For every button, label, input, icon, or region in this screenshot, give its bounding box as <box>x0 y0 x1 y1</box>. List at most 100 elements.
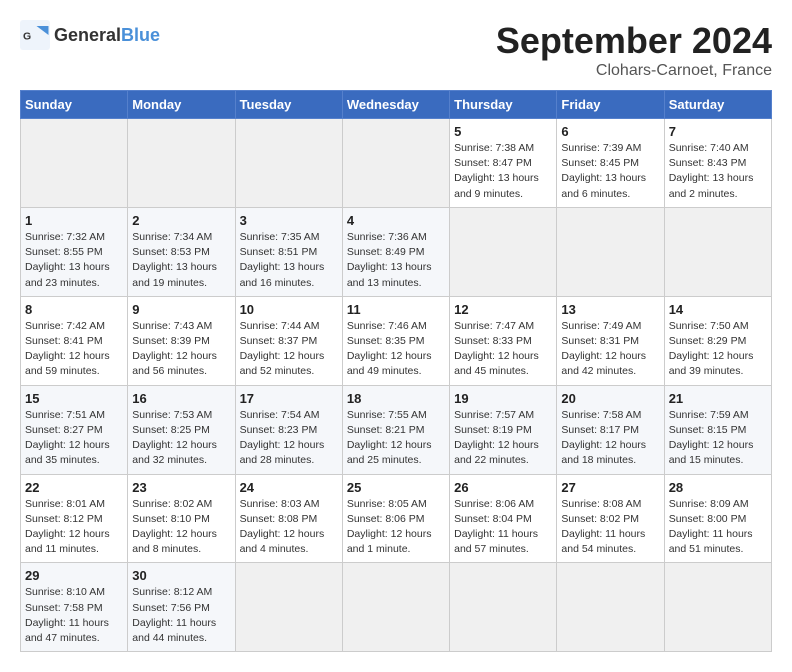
day-detail: Sunrise: 8:10 AMSunset: 7:58 PMDaylight:… <box>25 585 123 646</box>
title-area: September 2024 Clohars-Carnoet, France <box>496 20 772 80</box>
day-cell-10: 10 Sunrise: 7:44 AMSunset: 8:37 PMDaylig… <box>235 296 342 385</box>
day-cell-24: 24 Sunrise: 8:03 AMSunset: 8:08 PMDaylig… <box>235 474 342 563</box>
day-cell-1: 1 Sunrise: 7:32 AMSunset: 8:55 PMDayligh… <box>21 207 128 296</box>
day-cell-8: 8 Sunrise: 7:42 AMSunset: 8:41 PMDayligh… <box>21 296 128 385</box>
day-detail: Sunrise: 7:42 AMSunset: 8:41 PMDaylight:… <box>25 319 123 380</box>
day-number: 8 <box>25 302 123 317</box>
day-cell-21: 21 Sunrise: 7:59 AMSunset: 8:15 PMDaylig… <box>664 385 771 474</box>
day-detail: Sunrise: 7:57 AMSunset: 8:19 PMDaylight:… <box>454 408 552 469</box>
day-detail: Sunrise: 7:50 AMSunset: 8:29 PMDaylight:… <box>669 319 767 380</box>
day-number: 22 <box>25 480 123 495</box>
header-friday: Friday <box>557 91 664 119</box>
day-detail: Sunrise: 8:12 AMSunset: 7:56 PMDaylight:… <box>132 585 230 646</box>
day-detail: Sunrise: 7:44 AMSunset: 8:37 PMDaylight:… <box>240 319 338 380</box>
day-number: 7 <box>669 124 767 139</box>
day-detail: Sunrise: 8:06 AMSunset: 8:04 PMDaylight:… <box>454 497 552 558</box>
day-number: 2 <box>132 213 230 228</box>
table-row: 29 Sunrise: 8:10 AMSunset: 7:58 PMDaylig… <box>21 563 772 652</box>
day-number: 12 <box>454 302 552 317</box>
logo-text: GeneralBlue <box>54 25 160 46</box>
day-number: 17 <box>240 391 338 406</box>
day-detail: Sunrise: 8:03 AMSunset: 8:08 PMDaylight:… <box>240 497 338 558</box>
day-detail: Sunrise: 8:08 AMSunset: 8:02 PMDaylight:… <box>561 497 659 558</box>
day-cell-15: 15 Sunrise: 7:51 AMSunset: 8:27 PMDaylig… <box>21 385 128 474</box>
day-cell-13: 13 Sunrise: 7:49 AMSunset: 8:31 PMDaylig… <box>557 296 664 385</box>
day-number: 30 <box>132 568 230 583</box>
month-title: September 2024 <box>496 20 772 62</box>
day-cell-26: 26 Sunrise: 8:06 AMSunset: 8:04 PMDaylig… <box>450 474 557 563</box>
day-detail: Sunrise: 7:36 AMSunset: 8:49 PMDaylight:… <box>347 230 445 291</box>
day-number: 14 <box>669 302 767 317</box>
header-tuesday: Tuesday <box>235 91 342 119</box>
table-row: 5 Sunrise: 7:38 AMSunset: 8:47 PMDayligh… <box>21 119 772 208</box>
day-number: 16 <box>132 391 230 406</box>
day-cell-22: 22 Sunrise: 8:01 AMSunset: 8:12 PMDaylig… <box>21 474 128 563</box>
day-detail: Sunrise: 8:02 AMSunset: 8:10 PMDaylight:… <box>132 497 230 558</box>
day-detail: Sunrise: 7:47 AMSunset: 8:33 PMDaylight:… <box>454 319 552 380</box>
day-number: 11 <box>347 302 445 317</box>
location-subtitle: Clohars-Carnoet, France <box>496 62 772 80</box>
day-detail: Sunrise: 7:54 AMSunset: 8:23 PMDaylight:… <box>240 408 338 469</box>
day-cell-6: 6 Sunrise: 7:39 AMSunset: 8:45 PMDayligh… <box>557 119 664 208</box>
day-number: 10 <box>240 302 338 317</box>
day-number: 24 <box>240 480 338 495</box>
day-number: 29 <box>25 568 123 583</box>
day-detail: Sunrise: 7:39 AMSunset: 8:45 PMDaylight:… <box>561 141 659 202</box>
day-number: 23 <box>132 480 230 495</box>
logo: G GeneralBlue <box>20 20 160 50</box>
day-detail: Sunrise: 8:09 AMSunset: 8:00 PMDaylight:… <box>669 497 767 558</box>
day-number: 15 <box>25 391 123 406</box>
day-detail: Sunrise: 7:35 AMSunset: 8:51 PMDaylight:… <box>240 230 338 291</box>
day-cell-11: 11 Sunrise: 7:46 AMSunset: 8:35 PMDaylig… <box>342 296 449 385</box>
day-cell-20: 20 Sunrise: 7:58 AMSunset: 8:17 PMDaylig… <box>557 385 664 474</box>
table-row: 8 Sunrise: 7:42 AMSunset: 8:41 PMDayligh… <box>21 296 772 385</box>
day-cell-3: 3 Sunrise: 7:35 AMSunset: 8:51 PMDayligh… <box>235 207 342 296</box>
empty-cell <box>450 563 557 652</box>
day-cell-5: 5 Sunrise: 7:38 AMSunset: 8:47 PMDayligh… <box>450 119 557 208</box>
empty-cell <box>21 119 128 208</box>
day-number: 20 <box>561 391 659 406</box>
header-monday: Monday <box>128 91 235 119</box>
day-number: 26 <box>454 480 552 495</box>
logo-general: General <box>54 25 121 45</box>
header-saturday: Saturday <box>664 91 771 119</box>
empty-cell <box>557 207 664 296</box>
day-cell-27: 27 Sunrise: 8:08 AMSunset: 8:02 PMDaylig… <box>557 474 664 563</box>
day-number: 4 <box>347 213 445 228</box>
day-detail: Sunrise: 7:53 AMSunset: 8:25 PMDaylight:… <box>132 408 230 469</box>
day-cell-29: 29 Sunrise: 8:10 AMSunset: 7:58 PMDaylig… <box>21 563 128 652</box>
day-number: 27 <box>561 480 659 495</box>
day-detail: Sunrise: 7:59 AMSunset: 8:15 PMDaylight:… <box>669 408 767 469</box>
day-cell-4: 4 Sunrise: 7:36 AMSunset: 8:49 PMDayligh… <box>342 207 449 296</box>
day-detail: Sunrise: 7:40 AMSunset: 8:43 PMDaylight:… <box>669 141 767 202</box>
empty-cell <box>342 119 449 208</box>
day-cell-2: 2 Sunrise: 7:34 AMSunset: 8:53 PMDayligh… <box>128 207 235 296</box>
day-cell-7: 7 Sunrise: 7:40 AMSunset: 8:43 PMDayligh… <box>664 119 771 208</box>
empty-cell <box>450 207 557 296</box>
empty-cell <box>664 563 771 652</box>
day-detail: Sunrise: 8:05 AMSunset: 8:06 PMDaylight:… <box>347 497 445 558</box>
empty-cell <box>664 207 771 296</box>
logo-icon: G <box>20 20 50 50</box>
day-cell-30: 30 Sunrise: 8:12 AMSunset: 7:56 PMDaylig… <box>128 563 235 652</box>
day-detail: Sunrise: 7:55 AMSunset: 8:21 PMDaylight:… <box>347 408 445 469</box>
header-sunday: Sunday <box>21 91 128 119</box>
day-number: 9 <box>132 302 230 317</box>
day-detail: Sunrise: 7:58 AMSunset: 8:17 PMDaylight:… <box>561 408 659 469</box>
day-number: 18 <box>347 391 445 406</box>
day-number: 25 <box>347 480 445 495</box>
day-number: 5 <box>454 124 552 139</box>
day-number: 21 <box>669 391 767 406</box>
logo-blue: Blue <box>121 25 160 45</box>
page-header: G GeneralBlue September 2024 Clohars-Car… <box>20 20 772 80</box>
day-detail: Sunrise: 7:49 AMSunset: 8:31 PMDaylight:… <box>561 319 659 380</box>
day-detail: Sunrise: 7:43 AMSunset: 8:39 PMDaylight:… <box>132 319 230 380</box>
table-row: 15 Sunrise: 7:51 AMSunset: 8:27 PMDaylig… <box>21 385 772 474</box>
day-cell-18: 18 Sunrise: 7:55 AMSunset: 8:21 PMDaylig… <box>342 385 449 474</box>
day-cell-16: 16 Sunrise: 7:53 AMSunset: 8:25 PMDaylig… <box>128 385 235 474</box>
empty-cell <box>128 119 235 208</box>
day-detail: Sunrise: 8:01 AMSunset: 8:12 PMDaylight:… <box>25 497 123 558</box>
empty-cell <box>235 563 342 652</box>
day-cell-25: 25 Sunrise: 8:05 AMSunset: 8:06 PMDaylig… <box>342 474 449 563</box>
day-number: 19 <box>454 391 552 406</box>
